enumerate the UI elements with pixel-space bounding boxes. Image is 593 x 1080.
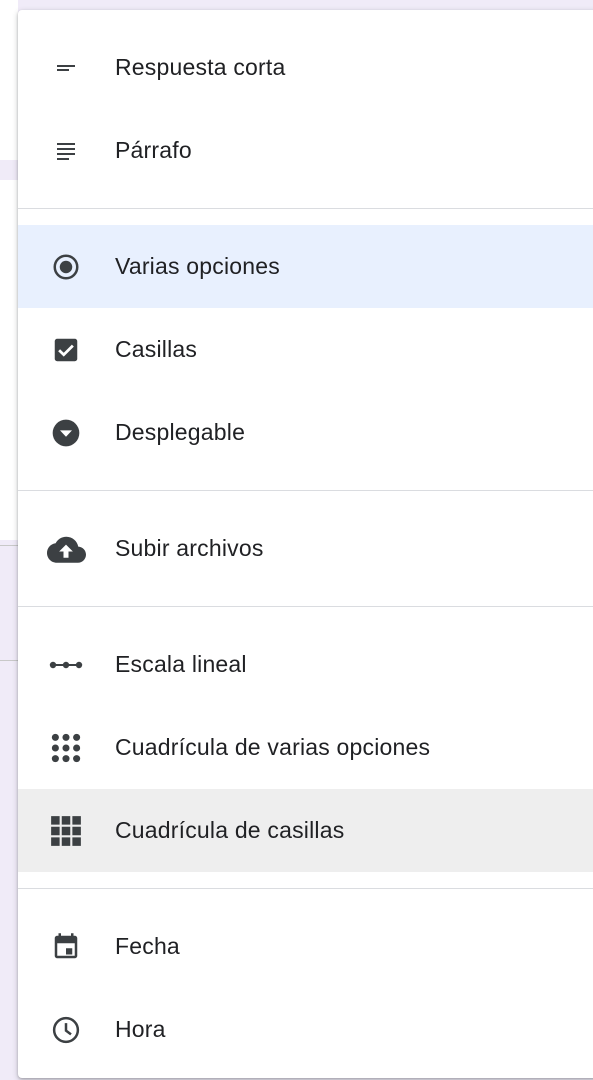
checkbox-grid-icon <box>42 811 90 851</box>
menu-item-multiple-choice-grid[interactable]: Cuadrícula de varias opciones <box>18 706 593 789</box>
menu-group-upload: Subir archivos <box>18 491 593 607</box>
menu-item-label: Hora <box>115 1016 166 1042</box>
background-panel <box>0 0 18 160</box>
menu-item-label: Respuesta corta <box>115 54 286 80</box>
menu-item-label: Escala lineal <box>115 651 247 677</box>
menu-group-text: Respuesta corta Párrafo <box>18 10 593 209</box>
menu-item-multiple-choice[interactable]: Varias opciones <box>18 225 593 308</box>
background-panel <box>0 180 18 540</box>
menu-group-date-time: Fecha Hora <box>18 889 593 1078</box>
question-type-menu: Respuesta corta Párrafo Varias opciones … <box>18 10 593 1078</box>
radio-button-icon <box>42 247 90 287</box>
dropdown-icon <box>42 413 90 453</box>
menu-item-label: Fecha <box>115 933 180 959</box>
menu-item-linear-scale[interactable]: Escala lineal <box>18 623 593 706</box>
linear-scale-icon <box>42 645 90 685</box>
menu-item-label: Subir archivos <box>115 535 264 561</box>
background-divider <box>0 660 18 661</box>
menu-item-checkbox-grid[interactable]: Cuadrícula de casillas <box>18 789 593 872</box>
checkbox-icon <box>42 330 90 370</box>
calendar-icon <box>42 927 90 967</box>
clock-icon <box>42 1010 90 1050</box>
menu-item-label: Cuadrícula de varias opciones <box>115 734 431 760</box>
menu-item-label: Varias opciones <box>115 253 280 279</box>
menu-item-label: Cuadrícula de casillas <box>115 817 345 843</box>
short-answer-icon <box>42 48 90 88</box>
menu-group-choice: Varias opciones Casillas Desplegable <box>18 209 593 491</box>
menu-item-date[interactable]: Fecha <box>18 905 593 988</box>
menu-item-paragraph[interactable]: Párrafo <box>18 109 593 192</box>
menu-item-short-answer[interactable]: Respuesta corta <box>18 26 593 109</box>
paragraph-icon <box>42 131 90 171</box>
background-divider <box>0 545 18 546</box>
menu-item-file-upload[interactable]: Subir archivos <box>18 507 593 590</box>
menu-item-checkboxes[interactable]: Casillas <box>18 308 593 391</box>
multiple-choice-grid-icon <box>42 728 90 768</box>
menu-group-scale-grid: Escala lineal Cuadrícula de varias opcio… <box>18 607 593 889</box>
menu-item-label: Párrafo <box>115 137 192 163</box>
menu-item-label: Desplegable <box>115 419 246 445</box>
cloud-upload-icon <box>42 529 90 569</box>
menu-item-label: Casillas <box>115 336 198 362</box>
menu-item-time[interactable]: Hora <box>18 988 593 1071</box>
menu-item-dropdown[interactable]: Desplegable <box>18 391 593 474</box>
